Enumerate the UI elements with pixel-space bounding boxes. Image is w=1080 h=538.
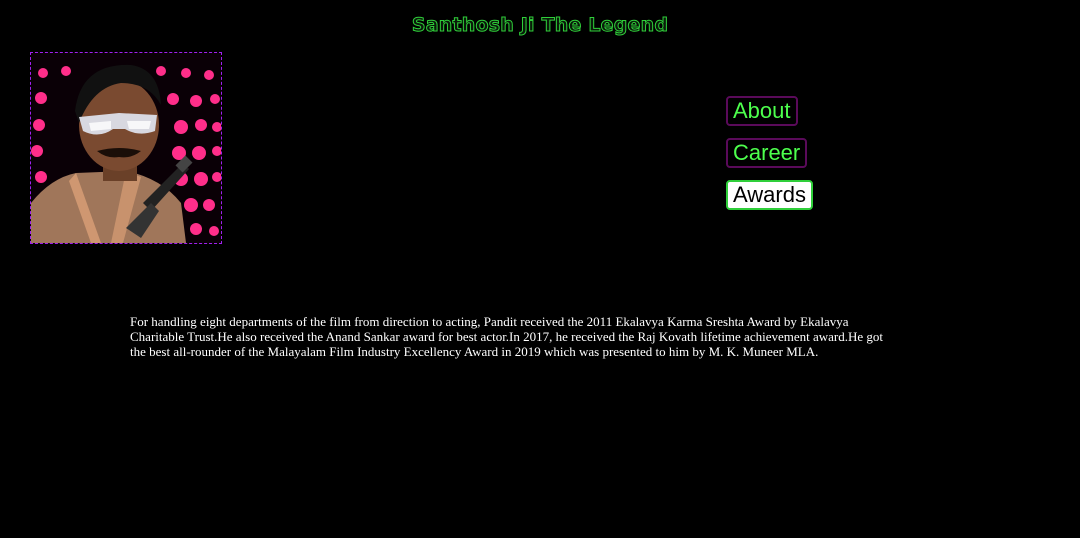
page-title: Santhosh Ji The Legend [411,14,669,37]
awards-button[interactable]: Awards [726,180,813,210]
portrait-image [30,52,222,244]
nav-menu: About Career Awards [726,96,813,222]
career-button[interactable]: Career [726,138,808,168]
awards-text: For handling eight departments of the fi… [130,314,884,359]
about-button[interactable]: About [726,96,798,126]
portrait-illustration [31,53,221,243]
